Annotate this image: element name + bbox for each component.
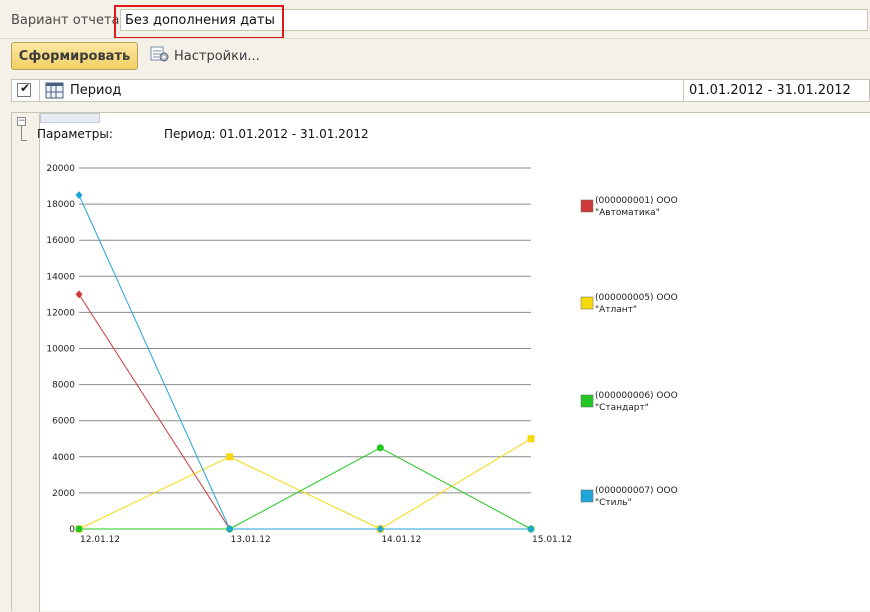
variant-label: Вариант отчета: [11, 13, 124, 28]
legend-label: "Атлант" [595, 305, 637, 315]
legend-item: (000000005) ООО "Атлант" [580, 293, 678, 315]
x-tick-label: 12.01.12 [80, 535, 120, 545]
period-checkbox[interactable]: ✔ [17, 81, 31, 97]
report-output-area[interactable]: − Параметры: Период: 01.01.2012 - 31.01.… [11, 112, 870, 612]
data-point [226, 453, 234, 461]
series-line [78, 294, 531, 530]
x-tick-label: 15.01.12 [532, 535, 572, 545]
data-point [75, 290, 83, 299]
chart-legend: (000000001) ООО "Автоматика" (000000005) О… [580, 196, 678, 508]
data-point [226, 525, 234, 533]
y-axis-ticks: 0 2000 4000 6000 8000 10000 12000 14000 16000 180… [46, 164, 75, 535]
y-tick-label: 12000 [46, 308, 75, 318]
legend-label: (000000005) ООО [595, 293, 678, 303]
y-tick-label: 6000 [52, 417, 75, 427]
y-tick-label: 8000 [52, 381, 75, 391]
y-tick-label: 4000 [52, 453, 75, 463]
generate-button-label: Сформировать [18, 48, 131, 64]
variant-value[interactable]: Без дополнения даты [125, 13, 275, 28]
period-parameter-row: ✔ Период 01.01.2012 - 31.01.2012 [11, 79, 870, 102]
settings-button[interactable]: Настройки... [150, 45, 260, 67]
series-line [79, 447, 532, 530]
legend-swatch [580, 199, 594, 213]
chart-grid [79, 167, 531, 530]
data-point [376, 444, 384, 452]
data-point [75, 191, 83, 200]
legend-swatch [580, 394, 594, 408]
checkmark-icon: ✔ [20, 81, 31, 95]
data-point [527, 435, 535, 443]
generate-button[interactable]: Сформировать [11, 42, 138, 70]
legend-label: "Стандарт" [595, 403, 649, 413]
line-chart: 0 2000 4000 6000 8000 10000 12000 14000 16000 180… [46, 164, 678, 545]
legend-item: (000000001) ООО "Автоматика" [580, 196, 678, 218]
legend-label: "Стиль" [595, 498, 632, 508]
calendar-table-icon [45, 82, 65, 103]
x-axis-ticks: 12.01.12 13.01.12 14.01.12 15.01.12 [80, 535, 572, 545]
settings-icon [150, 45, 170, 67]
legend-label: "Автоматика" [595, 208, 660, 218]
y-tick-label: 2000 [52, 489, 75, 499]
x-tick-label: 13.01.12 [231, 535, 271, 545]
legend-label: (000000001) ООО [595, 196, 678, 206]
column-divider [39, 80, 40, 101]
data-point [527, 525, 535, 533]
legend-swatch [580, 296, 594, 310]
data-point [75, 525, 83, 533]
column-divider [683, 80, 684, 101]
y-tick-label: 10000 [46, 345, 75, 355]
legend-item: (000000006) ООО "Стандарт" [580, 391, 678, 413]
x-tick-label: 14.01.12 [381, 535, 421, 545]
period-parameter-value[interactable]: 01.01.2012 - 31.01.2012 [689, 83, 851, 98]
legend-label: (000000007) ООО [595, 486, 678, 496]
y-tick-label: 14000 [46, 272, 75, 282]
legend-swatch [580, 489, 594, 503]
period-parameter-name: Период [70, 83, 122, 98]
legend-label: (000000006) ООО [595, 391, 678, 401]
series-line [78, 438, 532, 530]
y-tick-label: 20000 [46, 164, 75, 174]
settings-button-label: Настройки... [174, 48, 260, 64]
y-tick-label: 16000 [46, 236, 75, 246]
y-tick-label: 18000 [46, 200, 75, 210]
y-tick-label: 0 [69, 525, 75, 535]
legend-item: (000000007) ООО "Стиль" [580, 486, 678, 508]
chart-series [75, 191, 535, 533]
toolbar-divider [0, 38, 870, 39]
